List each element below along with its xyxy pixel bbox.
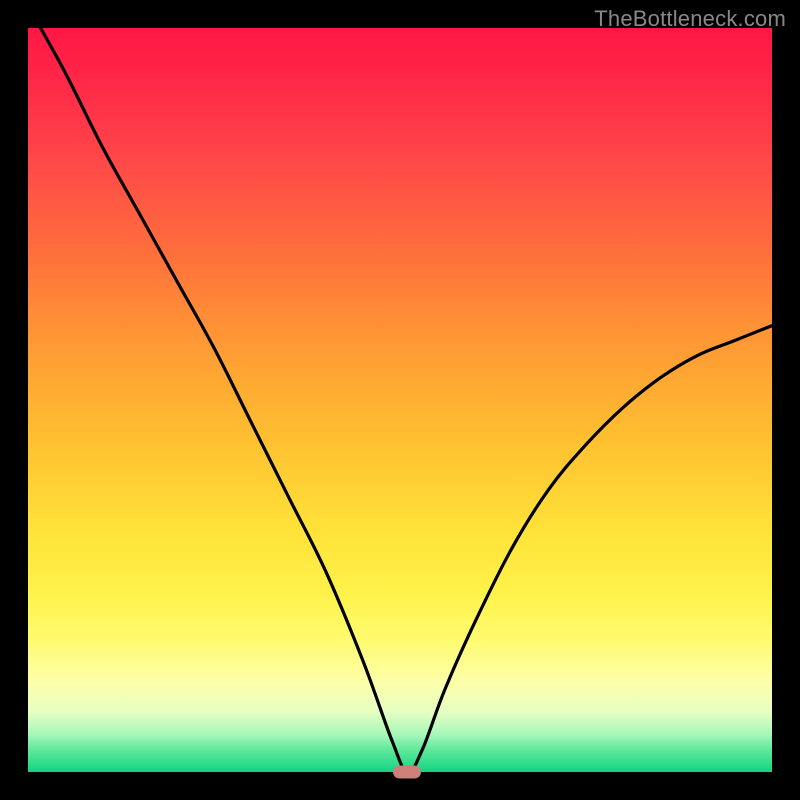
bottleneck-curve bbox=[28, 28, 772, 772]
curve-layer bbox=[28, 28, 772, 772]
plot-area bbox=[28, 28, 772, 772]
watermark-text: TheBottleneck.com bbox=[594, 6, 786, 32]
chart-frame: TheBottleneck.com bbox=[0, 0, 800, 800]
minimum-marker bbox=[393, 766, 421, 779]
